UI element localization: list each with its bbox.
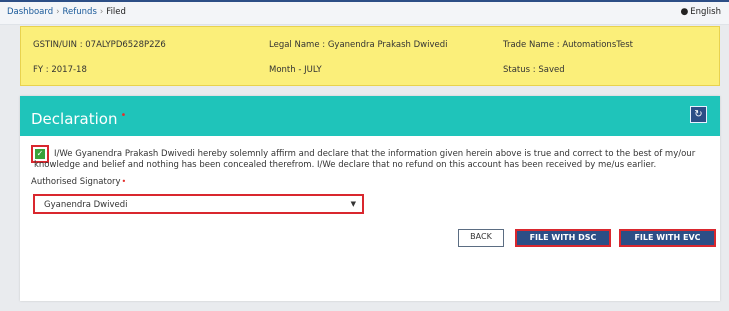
signatory-label: Authorised Signatory• [31, 177, 126, 187]
refresh-button[interactable]: ↻ [690, 106, 707, 123]
breadcrumb: Dashboard › Refunds › Filed [7, 7, 126, 17]
legal-name-text: Legal Name : Gyanendra Prakash Dwivedi [269, 40, 448, 50]
month-text: Month - JULY [269, 65, 322, 75]
language-selector[interactable]: ● English [680, 7, 721, 17]
status-text: Status : Saved [503, 65, 565, 75]
required-marker: • [120, 110, 127, 121]
signatory-label-text: Authorised Signatory [31, 177, 121, 187]
globe-icon: ● [680, 7, 689, 17]
declaration-title-text: Declaration [31, 110, 118, 128]
back-button[interactable]: BACK [458, 229, 504, 247]
fy-text: FY : 2017-18 [33, 65, 87, 75]
signatory-select-value: Gyanendra Dwivedi [44, 200, 128, 210]
declaration-card: Declaration • ↻ ✓ I/We Gyanendra Prakash … [20, 96, 720, 301]
declaration-text: I/We Gyanendra Prakash Dwivedi hereby so… [34, 149, 696, 170]
file-with-evc-button[interactable]: FILE WITH EVC [619, 229, 716, 247]
breadcrumb-separator: › [99, 7, 104, 17]
breadcrumb-refunds[interactable]: Refunds [63, 7, 97, 17]
trade-name-text: Trade Name : AutomationsTest [503, 40, 633, 50]
breadcrumb-dashboard[interactable]: Dashboard [7, 7, 53, 17]
breadcrumb-separator: › [56, 7, 60, 17]
chevron-down-icon: ▼ [350, 200, 356, 208]
language-label: English [690, 7, 721, 17]
refresh-icon: ↻ [694, 109, 703, 120]
declaration-title: Declaration • [31, 110, 126, 128]
required-marker: • [121, 177, 127, 186]
breadcrumb-bar: Dashboard › Refunds › Filed ● English [0, 2, 729, 25]
gstin-text: GSTIN/UIN : 07ALYPD6528P2Z6 [33, 40, 166, 50]
declaration-header: Declaration • ↻ [20, 96, 720, 136]
breadcrumb-current: Filed [106, 7, 126, 17]
file-with-dsc-button[interactable]: FILE WITH DSC [515, 229, 611, 247]
taxpayer-info-bar: GSTIN/UIN : 07ALYPD6528P2Z6 Legal Name :… [20, 26, 720, 86]
signatory-select[interactable]: Gyanendra Dwivedi ▼ [33, 194, 364, 214]
